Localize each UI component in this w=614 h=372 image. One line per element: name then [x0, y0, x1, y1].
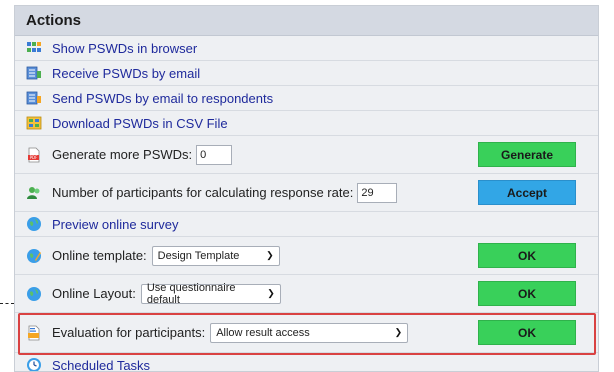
chevron-down-icon: ❯ [266, 250, 274, 260]
action-online-layout: Online Layout: Use questionnaire default… [15, 275, 598, 313]
generate-count-input[interactable] [196, 144, 233, 165]
accept-button[interactable]: Accept [478, 180, 576, 205]
generate-button[interactable]: Generate [478, 142, 576, 167]
email-list-icon [26, 66, 41, 80]
clock-icon [27, 358, 41, 371]
globe-layout-icon [27, 286, 41, 301]
send-list-icon [26, 91, 41, 105]
chevron-down-icon: ❯ [394, 327, 403, 337]
action-preview-survey[interactable]: Preview online survey [15, 212, 598, 237]
panel-title: Actions [26, 12, 82, 29]
online-layout-value: Use questionnaire default [146, 281, 236, 306]
dashed-guide-line [0, 303, 14, 304]
generate-pswds-label: Generate more PSWDs: [52, 147, 193, 162]
actions-panel: Actions Show PSWDs in browser Receive PS… [14, 5, 599, 372]
download-csv-link[interactable]: Download PSWDs in CSV File [52, 116, 228, 131]
online-template-value: Design Template [157, 249, 240, 262]
participants-count-input[interactable] [357, 182, 398, 203]
evaluation-label: Evaluation for participants: [52, 325, 206, 340]
globe-icon [27, 217, 41, 231]
online-layout-label: Online Layout: [52, 286, 136, 301]
action-online-template: Online template: Design Template ❯ OK [15, 237, 598, 275]
action-evaluation: Evaluation for participants: Allow resul… [15, 313, 598, 353]
csv-download-icon [26, 116, 42, 130]
show-pswds-link[interactable]: Show PSWDs in browser [52, 41, 197, 56]
online-layout-select[interactable]: Use questionnaire default ❯ [140, 281, 281, 306]
action-response-rate: Number of participants for calculating r… [15, 174, 598, 212]
chevron-down-icon: ❯ [267, 288, 275, 298]
send-pswds-link[interactable]: Send PSWDs by email to respondents [52, 91, 273, 106]
evaluation-ok-button[interactable]: OK [478, 320, 576, 345]
action-show-pswds[interactable]: Show PSWDs in browser [15, 36, 598, 61]
people-icon [27, 186, 40, 199]
evaluation-icon [28, 325, 40, 340]
action-download-csv[interactable]: Download PSWDs in CSV File [15, 111, 598, 136]
scheduled-tasks-link[interactable]: Scheduled Tasks [52, 358, 150, 372]
receive-pswds-link[interactable]: Receive PSWDs by email [52, 66, 200, 81]
evaluation-select[interactable]: Allow result access ❯ [210, 322, 409, 343]
pdf-icon: PDF [28, 147, 40, 162]
globe-pencil-icon [27, 248, 41, 263]
layout-ok-button[interactable]: OK [478, 281, 576, 306]
template-ok-button[interactable]: OK [478, 243, 576, 268]
preview-survey-link[interactable]: Preview online survey [52, 217, 178, 232]
online-template-label: Online template: [52, 248, 147, 263]
action-receive-pswds[interactable]: Receive PSWDs by email [15, 61, 598, 86]
response-rate-label: Number of participants for calculating r… [52, 185, 354, 200]
svg-text:PDF: PDF [30, 155, 38, 160]
browser-list-icon [27, 42, 41, 52]
action-send-pswds[interactable]: Send PSWDs by email to respondents [15, 86, 598, 111]
evaluation-value: Allow result access [216, 326, 310, 339]
online-template-select[interactable]: Design Template ❯ [151, 245, 280, 266]
action-scheduled-tasks[interactable]: Scheduled Tasks [15, 353, 598, 372]
panel-header: Actions [15, 6, 598, 36]
action-generate-pswds: PDF Generate more PSWDs: Generate [15, 136, 598, 174]
